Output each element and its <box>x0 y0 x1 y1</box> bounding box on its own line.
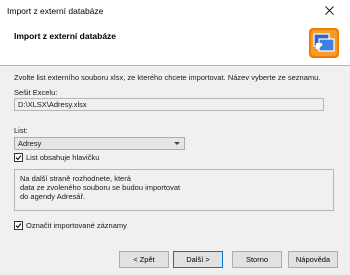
cancel-button[interactable]: Storno <box>232 251 282 268</box>
excel-label: Sešit Excelu: <box>14 88 58 97</box>
help-button[interactable]: Nápověda <box>288 251 338 268</box>
mark-checkbox-label: Označit importované záznamy <box>26 221 127 230</box>
next-button[interactable]: Další > <box>173 251 223 268</box>
checkmark-icon <box>15 223 22 229</box>
chevron-down-icon <box>174 142 180 145</box>
info-box: Na další straně rozhodnete, která data z… <box>14 169 334 211</box>
excel-path-field[interactable]: D:\XLSX\Adresy.xlsx <box>14 98 324 111</box>
header-checkbox-row[interactable]: List obsahuje hlavičku <box>14 153 99 162</box>
close-button[interactable] <box>308 0 350 21</box>
sheet-label: List: <box>14 126 28 135</box>
sheet-select-value: Adresy <box>18 139 42 148</box>
title-bar[interactable]: Import z externí databáze <box>0 0 350 21</box>
info-line: do agendy Adresář. <box>20 192 86 201</box>
close-icon <box>324 6 334 15</box>
mark-checkbox-row[interactable]: Označit importované záznamy <box>14 221 127 230</box>
checkmark-icon <box>15 155 22 161</box>
import-database-logo-icon <box>309 28 339 58</box>
window-title: Import z externí databáze <box>7 5 104 16</box>
sheet-select[interactable]: Adresy <box>14 137 185 150</box>
info-line: Na další straně rozhodnete, která <box>20 174 131 183</box>
instruction-text: Zvolte list externího souboru xlsx, ze k… <box>14 73 321 82</box>
import-dialog-window: Import z externí databáze Import z exter… <box>0 0 350 275</box>
mark-checkbox[interactable] <box>14 221 23 230</box>
header-title: Import z externí databáze <box>14 31 117 41</box>
back-button[interactable]: < Zpět <box>119 251 169 268</box>
header-checkbox-label: List obsahuje hlavičku <box>26 153 100 162</box>
wizard-header: Import z externí databáze <box>0 21 350 66</box>
header-checkbox[interactable] <box>14 153 23 162</box>
info-line: data ze zvoleného souboru se budou impor… <box>20 183 181 192</box>
